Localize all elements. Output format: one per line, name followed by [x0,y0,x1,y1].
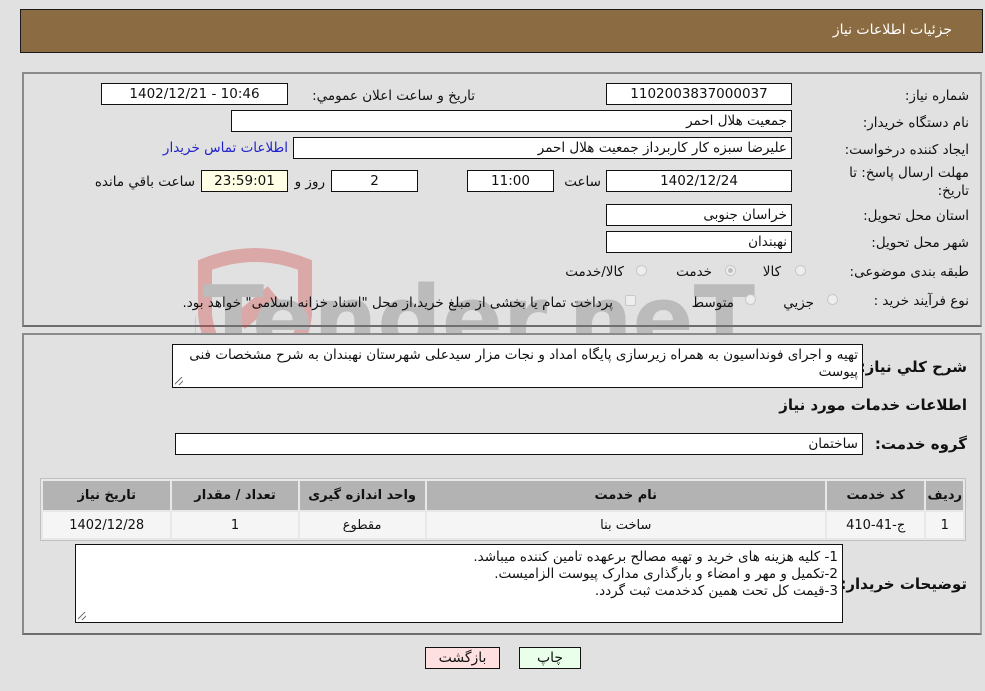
col-service-name: نام خدمت [426,481,825,510]
buyer-notes-textarea[interactable]: 1- کلیه هزینه های خرید و تهیه مصالح برعه… [75,544,843,623]
deadline-time-label: ساعت [564,174,601,190]
deadline-time-field[interactable]: 11:00 [467,170,554,192]
category-option-goods-service: کالا/خدمت [565,264,624,280]
buyer-org-label: نام دستگاه خریدار: [862,115,969,131]
description-text: تهیه و اجرای فونداسیون به همراه زیرسازی … [189,347,858,380]
col-unit: واحد اندازه گیری [299,481,425,510]
deadline-label-2: تاریخ: [937,183,969,199]
cell-need-date: 1402/12/28 [43,512,171,538]
announce-datetime-label: تاریخ و ساعت اعلان عمومي: [312,88,475,104]
purchase-type-label: نوع فرآیند خرید : [873,293,969,309]
need-number-label: شماره نیاز: [904,88,969,104]
buyer-org-field[interactable]: جمعیت هلال احمر [231,110,792,132]
page-header: جزئیات اطلاعات نیاز [20,9,983,53]
category-option-goods: کالا [762,264,781,280]
deadline-label: مهلت ارسال پاسخ: تا [849,165,969,181]
city-label: شهر محل تحویل: [871,235,969,251]
province-label: استان محل تحویل: [863,208,969,224]
buyer-note-line: 2-تکمیل و مهر و امضاء و بارگذاری مدارک پ… [494,566,838,582]
resize-handle-icon[interactable] [175,377,183,385]
province-field[interactable]: خراسان جنوبی [606,204,792,226]
purchase-type-option-minor: جزيي [783,295,814,311]
category-option-service: خدمت [676,264,712,280]
services-table: ردیف کد خدمت نام خدمت واحد اندازه گیری ت… [40,478,966,541]
time-remaining-label: ساعت باقي مانده [94,174,195,190]
services-section-title: اطلاعات خدمات مورد نیاز [779,396,967,414]
col-row-number: ردیف [926,481,963,510]
category-radio-goods[interactable] [795,265,806,276]
description-textarea[interactable]: تهیه و اجرای فونداسیون به همراه زیرسازی … [172,344,863,388]
days-remaining-field[interactable]: 2 [331,170,418,192]
treasury-checkbox[interactable] [625,295,636,306]
cell-row-number: 1 [926,512,963,538]
deadline-date-field[interactable]: 1402/12/24 [606,170,792,192]
service-group-label: گروه خدمت: [874,435,967,453]
resize-handle-icon[interactable] [78,612,86,620]
print-button[interactable]: چاپ [519,647,581,669]
col-quantity: تعداد / مقدار [172,481,298,510]
cell-unit: مقطوع [299,512,425,538]
purchase-type-radio-minor[interactable] [827,294,838,305]
col-need-date: تاریخ نیاز [43,481,171,510]
col-service-code: کد خدمت [826,481,925,510]
table-row[interactable]: 1 ج-41-410 ساخت بنا مقطوع 1 1402/12/28 [43,512,963,538]
back-button[interactable]: بازگشت [425,647,500,669]
city-field[interactable]: نهبندان [606,231,792,253]
buyer-note-line: 3-قیمت کل تحت همین کدخدمت ثبت گردد. [594,583,838,599]
requester-label: ایجاد کننده درخواست: [844,142,969,158]
buyer-notes-label: توضیحات خریدار: [840,575,967,593]
table-header-row: ردیف کد خدمت نام خدمت واحد اندازه گیری ت… [43,481,963,510]
requester-field[interactable]: علیرضا سبزه کار کاربرداز جمعیت هلال احمر [293,137,792,159]
cell-quantity: 1 [172,512,298,538]
category-label: طبقه بندی موضوعی: [849,264,969,280]
service-group-field[interactable]: ساختمان [175,433,863,455]
description-label: شرح کلي نیاز: [859,358,967,376]
category-radio-goods-service[interactable] [636,265,647,276]
announce-datetime-field[interactable]: 1402/12/21 - 10:46 [101,83,288,105]
time-remaining-field: 23:59:01 [201,170,288,192]
days-label: روز و [294,174,325,190]
treasury-note: پرداخت تمام یا بخشی از مبلغ خرید،از محل … [182,295,613,311]
purchase-type-option-medium: متوسط [691,295,734,311]
buyer-contact-link[interactable]: اطلاعات تماس خریدار [163,140,288,156]
buyer-note-line: 1- کلیه هزینه های خرید و تهیه مصالح برعه… [473,549,838,565]
cell-service-name: ساخت بنا [426,512,825,538]
page-title: جزئیات اطلاعات نیاز [832,22,952,38]
need-number-field[interactable]: 1102003837000037 [606,83,792,105]
cell-service-code: ج-41-410 [826,512,925,538]
category-radio-service[interactable] [725,265,736,276]
purchase-type-radio-medium[interactable] [745,294,756,305]
